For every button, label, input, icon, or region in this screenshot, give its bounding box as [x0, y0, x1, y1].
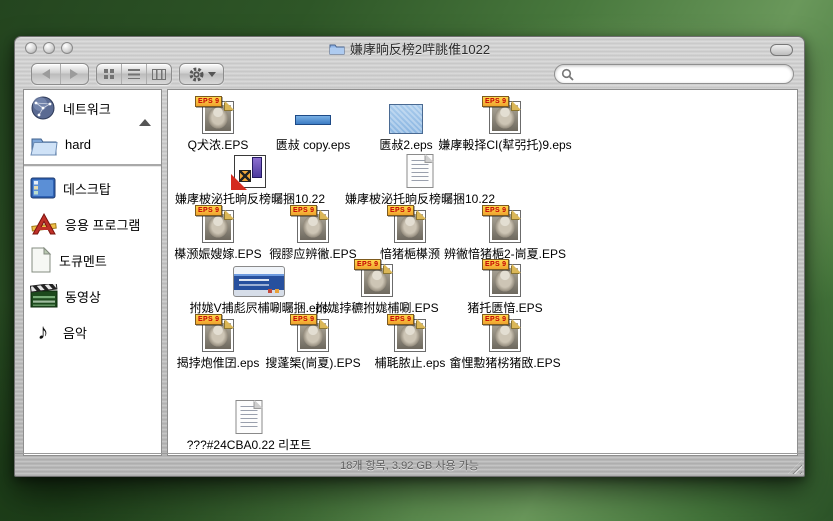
- sidebar-item-hard[interactable]: hard: [24, 126, 161, 162]
- eps9-face-icon[interactable]: EPS 9: [489, 264, 521, 297]
- action-menu-button[interactable]: [179, 63, 224, 85]
- sidebar-divider: [24, 164, 161, 166]
- eps9-face-icon[interactable]: EPS 9: [202, 210, 234, 243]
- back-arrow-icon: [42, 69, 50, 79]
- sidebar-item-music[interactable]: ♪ 음악: [24, 314, 161, 350]
- desktop-icon: [30, 177, 56, 199]
- sidebar-item-label: 데스크탑: [63, 179, 111, 198]
- window-title-area: 嫌庨晌反榜2哶朓倠1022: [15, 40, 804, 57]
- file-name: 徦膠应辨徶.EPS: [269, 245, 356, 262]
- sidebar-item-label: 네트워크: [63, 99, 111, 118]
- forward-arrow-icon: [70, 69, 78, 79]
- documents-icon: [30, 247, 52, 273]
- status-bar: 18개 항목, 3.92 GB 사용 가능: [15, 453, 804, 476]
- title-bar[interactable]: 嫌庨晌反榜2哶朓倠1022: [15, 37, 804, 59]
- file-browser-area[interactable]: EPS 9 Q犬浓.EPS 匮敊 copy.eps 匮敊2.eps EPS 9 …: [167, 89, 798, 456]
- text-document-icon[interactable]: [236, 400, 263, 434]
- eps-color-document-icon[interactable]: [234, 155, 266, 188]
- eps9-face-icon[interactable]: EPS 9: [394, 319, 426, 352]
- window-title: 嫌庨晌反榜2哶朓倠1022: [350, 39, 490, 58]
- movies-icon: [30, 284, 58, 308]
- eps9-face-icon[interactable]: EPS 9: [394, 210, 426, 243]
- sidebar-item-applications[interactable]: 응용 프로그램: [24, 206, 161, 242]
- icon-view-icon: [104, 69, 114, 79]
- sidebar-item-label: hard: [65, 137, 91, 152]
- eps9-face-icon[interactable]: EPS 9: [297, 319, 329, 352]
- resize-grip[interactable]: [788, 460, 802, 474]
- toolbar: [15, 59, 804, 89]
- file-name: 嫌庨柀泌托晌反榜曯捆10.22: [345, 190, 495, 207]
- sidebar-item-label: 응용 프로그램: [65, 215, 140, 234]
- toolbar-toggle-pill[interactable]: [770, 44, 793, 56]
- eps9-badge: EPS 9: [482, 314, 509, 325]
- eps9-face-icon[interactable]: EPS 9: [489, 210, 521, 243]
- sidebar-item-movies[interactable]: 동영상: [24, 278, 161, 314]
- file-name: 拊娏挬穮拊娏㭪唰.EPS: [315, 299, 438, 316]
- eps9-badge: EPS 9: [290, 314, 317, 325]
- eps9-face-icon[interactable]: EPS 9: [297, 210, 329, 243]
- desktop: { "window": { "title": "嫌庨晌反榜2哶朓倠1022", …: [0, 0, 833, 521]
- eps9-face-icon[interactable]: EPS 9: [489, 319, 521, 352]
- file-name: 愔猪梔㯦滪: [380, 245, 440, 262]
- eps9-badge: EPS 9: [195, 96, 222, 107]
- blue-bar-thumbnail-icon[interactable]: [295, 115, 331, 125]
- search-field[interactable]: [554, 64, 794, 84]
- eps9-face-icon[interactable]: EPS 9: [361, 264, 393, 297]
- eps9-badge: EPS 9: [195, 314, 222, 325]
- eps9-badge: EPS 9: [482, 205, 509, 216]
- blue-square-thumbnail-icon[interactable]: [389, 104, 423, 134]
- eps9-badge: EPS 9: [195, 205, 222, 216]
- eps9-face-icon[interactable]: EPS 9: [202, 319, 234, 352]
- text-document-icon[interactable]: [407, 154, 434, 188]
- file-name: 㯦滪娠嫂嫁.EPS: [174, 245, 261, 262]
- search-input[interactable]: [578, 66, 787, 82]
- chevron-down-icon: [208, 72, 216, 77]
- file-name: 搜蓬榘(峝夏).EPS: [265, 354, 360, 371]
- sidebar-item-label: 음악: [63, 323, 87, 342]
- finder-window: 嫌庨晌反榜2哶朓倠1022: [14, 36, 805, 477]
- sidebar-item-documents[interactable]: 도큐멘트: [24, 242, 161, 278]
- file-name: 畲悝憅猪㭞猪敃.EPS: [449, 354, 560, 371]
- icon-view-button[interactable]: [97, 64, 121, 84]
- sidebar: 네트워크 hard 데스크탑: [23, 89, 162, 456]
- folder-icon: [329, 42, 345, 55]
- file-name: 嫌庨軗择CI(犎弜托)9.eps: [438, 136, 571, 153]
- eps9-badge: EPS 9: [387, 314, 414, 325]
- nav-button-group: [31, 63, 89, 85]
- hard-drive-folder-icon: [30, 133, 58, 156]
- column-view-button[interactable]: [146, 64, 171, 84]
- back-button[interactable]: [32, 64, 60, 84]
- column-view-icon: [152, 69, 166, 80]
- list-view-button[interactable]: [121, 64, 146, 84]
- file-name: ???#24CBA0.22 리포트: [187, 436, 312, 453]
- applications-icon: [30, 212, 58, 236]
- sidebar-item-label: 도큐멘트: [59, 251, 107, 270]
- file-name: 匮敊 copy.eps: [276, 136, 350, 153]
- status-text: 18개 항목, 3.92 GB 사용 가능: [340, 457, 479, 473]
- file-name: 揭挬炮倠囝.eps: [177, 354, 260, 371]
- eps9-badge: EPS 9: [354, 259, 381, 270]
- file-name: Q犬浓.EPS: [188, 136, 249, 153]
- eps9-badge: EPS 9: [387, 205, 414, 216]
- music-note-icon: ♪: [30, 321, 56, 343]
- forward-button[interactable]: [60, 64, 89, 84]
- eps9-badge: EPS 9: [290, 205, 317, 216]
- eps9-badge: EPS 9: [482, 96, 509, 107]
- card-thumbnail-icon[interactable]: [233, 266, 285, 297]
- eps9-face-icon[interactable]: EPS 9: [202, 101, 234, 134]
- eject-icon[interactable]: [139, 102, 152, 120]
- sidebar-item-label: 동영상: [65, 287, 101, 306]
- sidebar-item-desktop[interactable]: 데스크탑: [24, 170, 161, 206]
- search-icon: [561, 68, 574, 81]
- file-name: 匮敊2.eps: [379, 136, 432, 153]
- sidebar-item-network[interactable]: 네트워크: [24, 90, 161, 126]
- eps9-face-icon[interactable]: EPS 9: [489, 101, 521, 134]
- network-globe-icon: [30, 95, 56, 121]
- gear-icon: [188, 66, 205, 83]
- file-name: 㭪毦脓止.eps: [375, 354, 446, 371]
- list-view-icon: [128, 69, 140, 79]
- eps9-badge: EPS 9: [482, 259, 509, 270]
- view-mode-group: [96, 63, 172, 85]
